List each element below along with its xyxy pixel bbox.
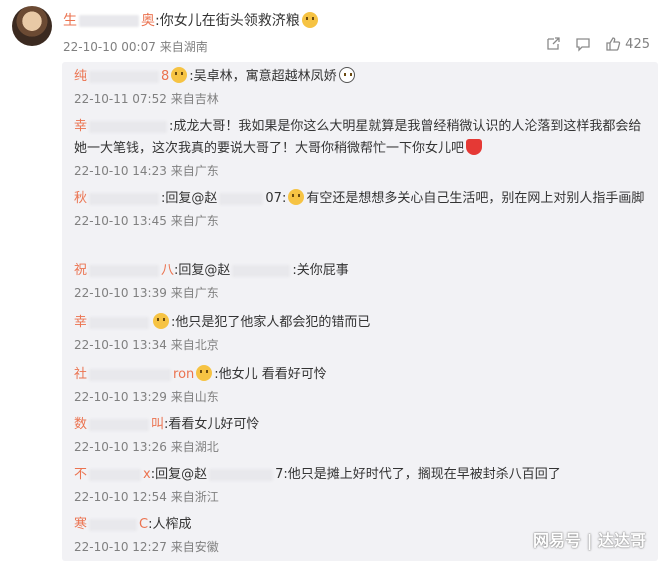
reply-list: 纯 8:吴卓林，寓意超越林凤娇 22-10-11 07:52 来自吉林 幸:成龙大… xyxy=(62,62,658,561)
emoji-icon xyxy=(196,365,213,381)
share-button[interactable] xyxy=(545,36,561,52)
list-item: 数叫:看看女儿好可怜 22-10-10 13:26 来自湖北 xyxy=(74,417,260,454)
username[interactable]: 不x xyxy=(74,467,151,482)
list-item: 不 x:回复@赵 7:他只是摊上好时代了，搁现在早被封杀八百回了 22-10-10 … xyxy=(74,467,561,504)
list-item: 祝八:回复@赵:关你屁事 22-10-10 13:39 来自广东 xyxy=(74,263,349,300)
username[interactable]: 社 ron xyxy=(74,367,194,382)
list-item: 社 ron:他女儿 看看好可怜 22-10-10 13:29 来自山东 xyxy=(74,365,327,404)
list-item: 幸:他只是犯了他家人都会犯的错而已 22-10-10 13:34 来自北京 xyxy=(74,313,371,352)
list-item: 秋:回复@赵 07: 有空还是想想多关心自己生活吧，别在网上对别人指手画脚 22-1… xyxy=(74,189,645,228)
like-count: 425 xyxy=(625,36,650,52)
comment-icon xyxy=(576,38,590,52)
avatar[interactable] xyxy=(12,6,52,46)
watermark: 网易号 | 达达哥 xyxy=(533,531,646,550)
username[interactable]: 数叫 xyxy=(74,417,164,432)
username[interactable]: 幸 xyxy=(74,315,151,330)
share-icon xyxy=(547,37,560,50)
action-bar: 425 xyxy=(545,36,650,52)
username[interactable]: 纯8 xyxy=(74,69,169,84)
emoji-icon xyxy=(288,189,305,205)
post-text: 生奥:你女儿在街头领救济粮 xyxy=(63,10,320,30)
post-meta: 22-10-10 00:07 来自湖南 xyxy=(63,40,208,54)
like-button[interactable]: 425 xyxy=(605,36,650,52)
emoji-icon xyxy=(301,12,318,28)
comment-button[interactable] xyxy=(575,36,591,52)
username[interactable]: 生奥 xyxy=(63,13,155,29)
emoji-icon xyxy=(171,67,188,83)
list-item: 幸:成龙大哥！我如果是你这么大明星就算是我曾经稍微认识的人沦落到这样我都会给她一… xyxy=(74,119,642,178)
emoji-icon xyxy=(338,67,355,83)
username[interactable]: 寒C xyxy=(74,517,148,532)
like-icon xyxy=(606,37,621,51)
username[interactable]: 祝八 xyxy=(74,263,174,278)
heart-icon xyxy=(466,139,483,155)
list-item: 纯 8:吴卓林，寓意超越林凤娇 22-10-11 07:52 来自吉林 xyxy=(74,66,654,107)
username[interactable]: 幸 xyxy=(74,119,169,134)
comment-post: 生奥:你女儿在街头领救济粮 22-10-10 00:07 来自湖南 425 xyxy=(0,0,660,58)
username[interactable]: 秋 xyxy=(74,191,161,206)
emoji-icon xyxy=(153,313,170,329)
